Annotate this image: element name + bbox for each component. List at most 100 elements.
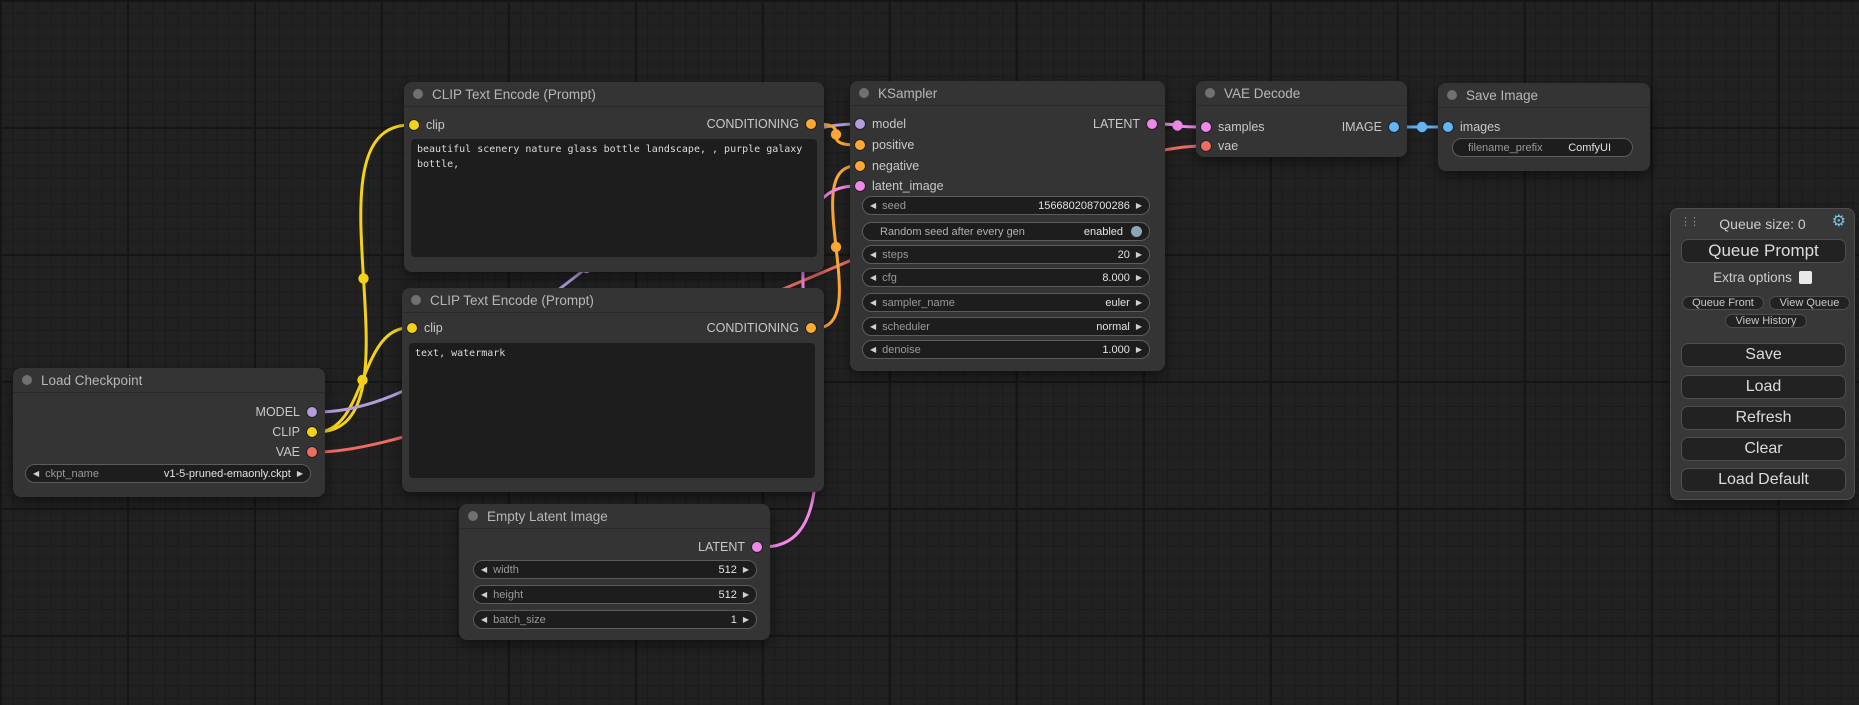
output-slot-conditioning[interactable]: CONDITIONING (707, 320, 816, 336)
output-slot-model[interactable]: MODEL (256, 404, 317, 420)
collapse-dot-icon[interactable] (413, 89, 423, 99)
next-arrow-icon[interactable]: ▶ (1136, 202, 1142, 210)
height-widget[interactable]: ◀ height 512 ▶ (473, 585, 757, 604)
latent-image-input-dot[interactable] (855, 181, 865, 191)
node-title-bar[interactable]: CLIP Text Encode (Prompt) (402, 288, 824, 313)
model-input-dot[interactable] (855, 119, 865, 129)
prev-arrow-icon[interactable]: ◀ (870, 202, 876, 210)
next-arrow-icon[interactable]: ▶ (297, 470, 303, 478)
drag-handle-icon[interactable]: ⋮⋮ (1680, 217, 1698, 228)
input-slot-samples[interactable]: samples (1201, 119, 1265, 135)
input-slot-negative[interactable]: negative (855, 158, 919, 174)
input-slot-latent-image[interactable]: latent_image (855, 178, 944, 194)
cfg-widget[interactable]: ◀ cfg 8.000 ▶ (862, 268, 1150, 287)
queue-front-button[interactable]: Queue Front (1682, 296, 1764, 310)
node-vae-decode[interactable]: VAE Decode samples vae IMAGE (1196, 81, 1407, 157)
prev-arrow-icon[interactable]: ◀ (870, 274, 876, 282)
view-queue-button[interactable]: View Queue (1769, 296, 1850, 310)
clip-input-dot[interactable] (409, 120, 419, 130)
filename-prefix-widget[interactable]: filename_prefix ComfyUI (1452, 138, 1633, 157)
refresh-button[interactable]: Refresh (1681, 406, 1846, 430)
load-button[interactable]: Load (1681, 375, 1846, 399)
images-input-dot[interactable] (1443, 122, 1453, 132)
batch-size-widget[interactable]: ◀ batch_size 1 ▶ (473, 610, 757, 629)
next-arrow-icon[interactable]: ▶ (1136, 274, 1142, 282)
node-load-checkpoint[interactable]: Load Checkpoint MODEL CLIP VAE ◀ ckpt_na… (13, 368, 325, 497)
collapse-dot-icon[interactable] (1447, 90, 1457, 100)
input-slot-clip[interactable]: clip (407, 320, 443, 336)
clip-input-dot[interactable] (407, 323, 417, 333)
node-title-bar[interactable]: Empty Latent Image (459, 504, 770, 529)
input-slot-vae[interactable]: vae (1201, 138, 1238, 154)
sampler-name-widget[interactable]: ◀ sampler_name euler ▶ (862, 293, 1150, 312)
scheduler-widget[interactable]: ◀ scheduler normal ▶ (862, 317, 1150, 336)
node-title-bar[interactable]: Load Checkpoint (13, 368, 325, 393)
node-title-bar[interactable]: Save Image (1438, 83, 1650, 108)
width-widget[interactable]: ◀ width 512 ▶ (473, 560, 757, 579)
denoise-widget[interactable]: ◀ denoise 1.000 ▶ (862, 340, 1150, 359)
vae-output-dot[interactable] (307, 447, 317, 457)
clear-button[interactable]: Clear (1681, 437, 1846, 461)
next-arrow-icon[interactable]: ▶ (1136, 346, 1142, 354)
positive-prompt-textarea[interactable]: beautiful scenery nature glass bottle la… (411, 139, 817, 257)
extra-options-checkbox[interactable] (1799, 271, 1812, 284)
node-title-bar[interactable]: VAE Decode (1196, 81, 1407, 106)
latent-output-dot[interactable] (752, 542, 762, 552)
node-empty-latent-image[interactable]: Empty Latent Image LATENT ◀ width 512 ▶ … (459, 504, 770, 640)
save-button[interactable]: Save (1681, 343, 1846, 367)
prev-arrow-icon[interactable]: ◀ (870, 251, 876, 259)
output-slot-vae[interactable]: VAE (276, 444, 317, 460)
samples-input-dot[interactable] (1201, 122, 1211, 132)
prev-arrow-icon[interactable]: ◀ (870, 299, 876, 307)
node-graph-canvas[interactable]: Load Checkpoint MODEL CLIP VAE ◀ ckpt_na… (0, 0, 1859, 705)
node-clip-text-encode-positive[interactable]: CLIP Text Encode (Prompt) clip CONDITION… (404, 82, 824, 272)
positive-input-dot[interactable] (855, 140, 865, 150)
prev-arrow-icon[interactable]: ◀ (481, 591, 487, 599)
clip-output-dot[interactable] (307, 427, 317, 437)
collapse-dot-icon[interactable] (859, 88, 869, 98)
random-seed-toggle-widget[interactable]: Random seed after every gen enabled (862, 222, 1150, 241)
next-arrow-icon[interactable]: ▶ (1136, 251, 1142, 259)
output-slot-image[interactable]: IMAGE (1342, 119, 1399, 135)
input-slot-model[interactable]: model (855, 116, 906, 132)
node-title-bar[interactable]: KSampler (850, 81, 1165, 106)
seed-widget[interactable]: ◀ seed 156680208700286 ▶ (862, 196, 1150, 215)
output-slot-clip[interactable]: CLIP (272, 424, 317, 440)
input-slot-positive[interactable]: positive (855, 137, 914, 153)
toggle-dot[interactable] (1131, 226, 1142, 237)
image-output-dot[interactable] (1389, 122, 1399, 132)
vae-input-dot[interactable] (1201, 141, 1211, 151)
node-title-bar[interactable]: CLIP Text Encode (Prompt) (404, 82, 824, 107)
prev-arrow-icon[interactable]: ◀ (481, 616, 487, 624)
output-slot-conditioning[interactable]: CONDITIONING (707, 116, 816, 132)
view-history-button[interactable]: View History (1725, 314, 1807, 328)
node-save-image[interactable]: Save Image images filename_prefix ComfyU… (1438, 83, 1650, 171)
next-arrow-icon[interactable]: ▶ (743, 616, 749, 624)
output-slot-latent[interactable]: LATENT (1093, 116, 1157, 132)
steps-widget[interactable]: ◀ steps 20 ▶ (862, 245, 1150, 264)
collapse-dot-icon[interactable] (1205, 88, 1215, 98)
ckpt-name-widget[interactable]: ◀ ckpt_name v1-5-pruned-emaonly.ckpt ▶ (25, 464, 311, 483)
input-slot-clip[interactable]: clip (409, 117, 445, 133)
collapse-dot-icon[interactable] (411, 295, 421, 305)
queue-prompt-button[interactable]: Queue Prompt (1681, 239, 1846, 263)
prev-arrow-icon[interactable]: ◀ (870, 323, 876, 331)
prev-arrow-icon[interactable]: ◀ (870, 346, 876, 354)
output-slot-latent[interactable]: LATENT (698, 539, 762, 555)
settings-gear-icon[interactable]: ⚙ (1832, 214, 1846, 230)
next-arrow-icon[interactable]: ▶ (743, 591, 749, 599)
latent-output-dot[interactable] (1147, 119, 1157, 129)
node-clip-text-encode-negative[interactable]: CLIP Text Encode (Prompt) clip CONDITION… (402, 288, 824, 492)
conditioning-output-dot[interactable] (806, 119, 816, 129)
model-output-dot[interactable] (307, 407, 317, 417)
negative-prompt-textarea[interactable]: text, watermark (409, 343, 815, 478)
negative-input-dot[interactable] (855, 161, 865, 171)
load-default-button[interactable]: Load Default (1681, 468, 1846, 492)
collapse-dot-icon[interactable] (22, 375, 32, 385)
input-slot-images[interactable]: images (1443, 119, 1500, 135)
node-ksampler[interactable]: KSampler model positive negative latent_… (850, 81, 1165, 371)
collapse-dot-icon[interactable] (468, 511, 478, 521)
prev-arrow-icon[interactable]: ◀ (481, 566, 487, 574)
next-arrow-icon[interactable]: ▶ (1136, 323, 1142, 331)
prev-arrow-icon[interactable]: ◀ (33, 470, 39, 478)
